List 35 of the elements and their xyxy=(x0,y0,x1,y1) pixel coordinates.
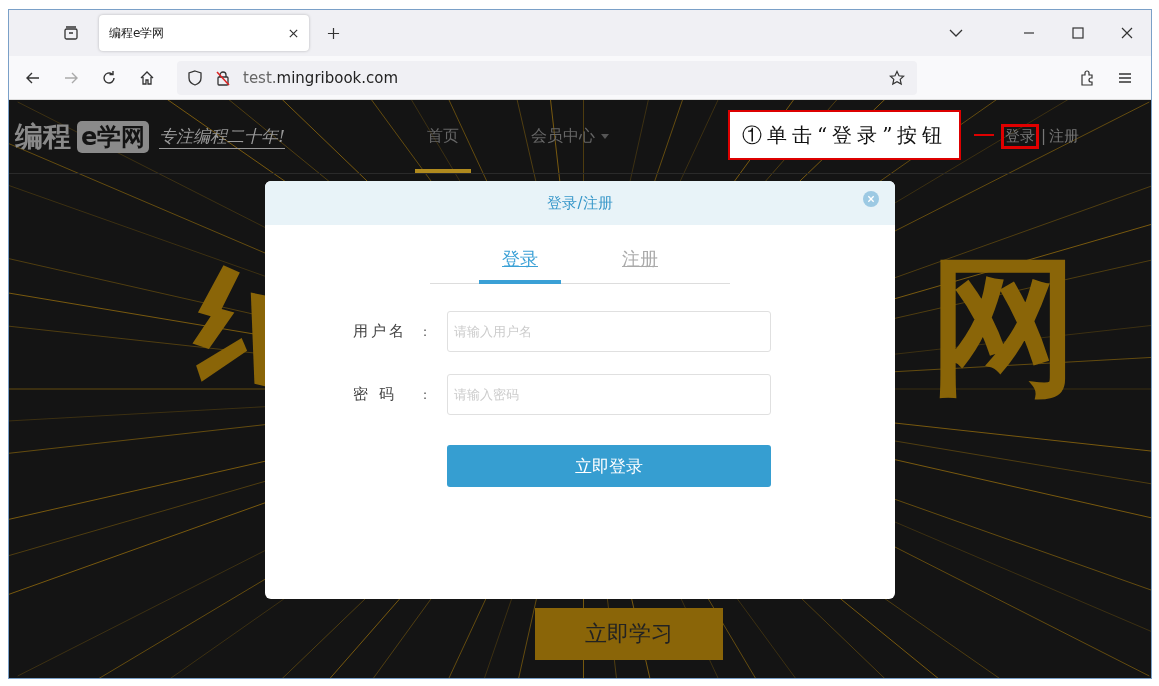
new-tab-icon[interactable] xyxy=(327,26,340,40)
colon-text: : xyxy=(423,387,429,402)
tab-list-icon[interactable] xyxy=(63,25,79,41)
url-text: test.mingribook.com xyxy=(243,68,399,87)
dialog-tab[interactable]: 注册 xyxy=(599,247,681,284)
nav-link[interactable]: 会员中心 xyxy=(531,100,609,173)
hero-calligraphy: 网 xyxy=(929,250,1079,400)
dialog-tab[interactable]: 登录 xyxy=(479,247,561,284)
annotation-callout: ①单击“登录”按钮 xyxy=(728,110,962,160)
star-icon[interactable] xyxy=(889,69,905,86)
logo-badge: e学网 xyxy=(77,120,150,153)
login-link[interactable]: 登录 xyxy=(1000,124,1039,149)
nav-link[interactable]: 首页 xyxy=(415,100,471,173)
colon-text: : xyxy=(423,324,429,339)
extensions-icon[interactable] xyxy=(1079,69,1095,86)
browser-tab[interactable]: 编程e学网 xyxy=(99,15,309,51)
leader-line xyxy=(974,134,994,136)
close-icon[interactable] xyxy=(288,27,299,39)
maximize-icon[interactable] xyxy=(1072,27,1084,39)
address-bar[interactable]: test.mingribook.com xyxy=(177,60,917,95)
logo-text: 编程 xyxy=(15,118,71,155)
reload-icon[interactable] xyxy=(101,69,117,86)
field-label: 密 码 xyxy=(353,385,398,404)
login-button[interactable]: 立即登录 xyxy=(447,445,771,487)
close-icon[interactable] xyxy=(1121,27,1133,39)
separator-text: | xyxy=(1040,127,1046,146)
dialog-title: 登录/注册 xyxy=(547,193,613,213)
home-icon[interactable] xyxy=(139,69,155,86)
shield-icon[interactable] xyxy=(187,69,203,86)
field-label: 用户名 xyxy=(353,322,408,341)
insecure-lock-icon[interactable] xyxy=(215,69,231,86)
learn-now-button[interactable]: 立即学习 xyxy=(535,608,723,660)
register-link[interactable]: 注册 xyxy=(1049,127,1079,146)
tab-title: 编程e学网 xyxy=(109,24,165,42)
slogan-text: 专注编程二十年! xyxy=(159,124,286,149)
